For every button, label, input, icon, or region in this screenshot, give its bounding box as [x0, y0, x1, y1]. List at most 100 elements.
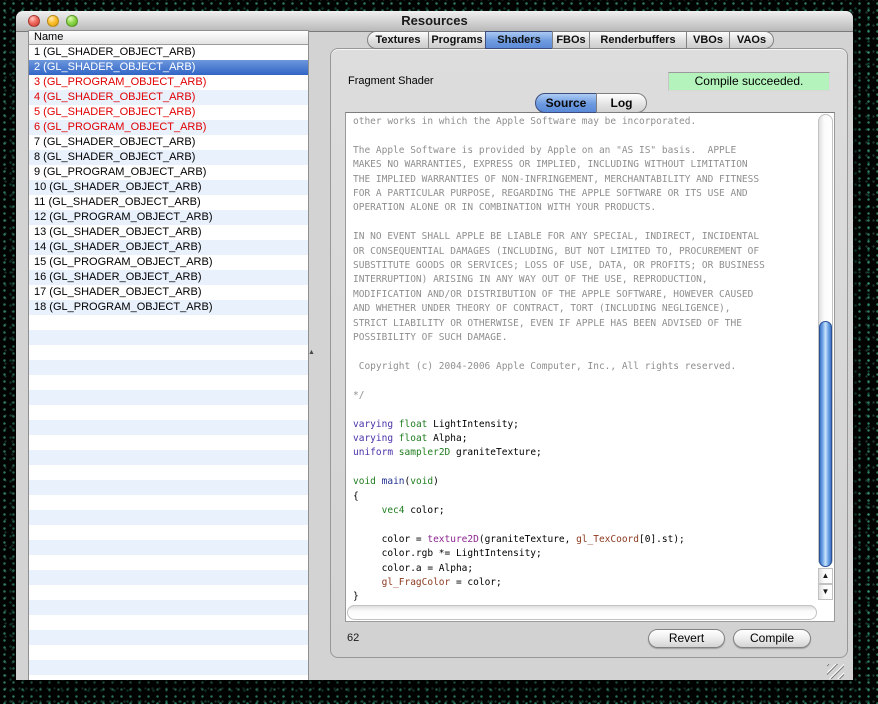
empty-row [29, 465, 308, 480]
code-line: color.rgb *= LightIntensity; [353, 547, 816, 561]
code-line: OPERATION ALONE OR IN COMBINATION WITH Y… [353, 201, 816, 215]
window-controls [28, 15, 78, 27]
list-item[interactable]: 2 (GL_SHADER_OBJECT_ARB) [29, 60, 308, 75]
compile-button[interactable]: Compile [733, 629, 811, 648]
code-line: FOR A PARTICULAR PURPOSE, REGARDING THE … [353, 187, 816, 201]
code-line: */ [353, 389, 816, 403]
scroll-down-arrow-icon[interactable]: ▼ [818, 584, 833, 600]
empty-row [29, 480, 308, 495]
empty-row [29, 360, 308, 375]
code-line: color = texture2D(graniteTexture, gl_Tex… [353, 533, 816, 547]
code-line [353, 216, 816, 230]
window-title: Resources [16, 11, 853, 31]
list-item[interactable]: 18 (GL_PROGRAM_OBJECT_ARB) [29, 300, 308, 315]
code-line [353, 403, 816, 417]
empty-row [29, 345, 308, 360]
empty-row [29, 375, 308, 390]
empty-row [29, 600, 308, 615]
empty-row [29, 420, 308, 435]
code-line [353, 461, 816, 475]
list-item[interactable]: 4 (GL_SHADER_OBJECT_ARB) [29, 90, 308, 105]
empty-row [29, 585, 308, 600]
close-icon[interactable] [28, 15, 40, 27]
minimize-icon[interactable] [47, 15, 59, 27]
list-item[interactable]: 9 (GL_PROGRAM_OBJECT_ARB) [29, 165, 308, 180]
empty-row [29, 540, 308, 555]
list-item[interactable]: 10 (GL_SHADER_OBJECT_ARB) [29, 180, 308, 195]
code-line: THE IMPLIED WARRANTIES OF NON-INFRINGEME… [353, 173, 816, 187]
code-line [353, 346, 816, 360]
list-item[interactable]: 7 (GL_SHADER_OBJECT_ARB) [29, 135, 308, 150]
code-line [353, 374, 816, 388]
code-line: other works in which the Apple Software … [353, 115, 816, 129]
code-line: varying float Alpha; [353, 432, 816, 446]
revert-button[interactable]: Revert [648, 629, 725, 648]
code-line: IN NO EVENT SHALL APPLE BE LIABLE FOR AN… [353, 230, 816, 244]
shader-type-label: Fragment Shader [348, 75, 434, 87]
code-line: gl_FragColor = color; [353, 576, 816, 590]
horizontal-scrollbar[interactable] [347, 605, 817, 620]
empty-row [29, 330, 308, 345]
resource-tabs: TexturesProgramsShadersFBOsRenderbuffers… [367, 31, 774, 49]
empty-row [29, 675, 308, 680]
code-line: vec4 color; [353, 504, 816, 518]
tab-fbos[interactable]: FBOs [552, 31, 590, 49]
list-item[interactable]: 6 (GL_PROGRAM_OBJECT_ARB) [29, 120, 308, 135]
empty-row [29, 660, 308, 675]
vertical-scrollbar-thumb[interactable] [819, 321, 832, 567]
list-item[interactable]: 8 (GL_SHADER_OBJECT_ARB) [29, 150, 308, 165]
list-item[interactable]: 12 (GL_PROGRAM_OBJECT_ARB) [29, 210, 308, 225]
resize-grip-icon[interactable] [827, 664, 844, 679]
name-column-header[interactable]: Name [29, 31, 308, 45]
code-line: } [353, 590, 816, 604]
list-item[interactable]: 13 (GL_SHADER_OBJECT_ARB) [29, 225, 308, 240]
empty-row [29, 555, 308, 570]
code-line: color.a = Alpha; [353, 562, 816, 576]
code-line: { [353, 490, 816, 504]
list-item[interactable]: 5 (GL_SHADER_OBJECT_ARB) [29, 105, 308, 120]
list-item[interactable]: 11 (GL_SHADER_OBJECT_ARB) [29, 195, 308, 210]
tab-vaos[interactable]: VAOs [729, 31, 774, 49]
code-line: void main(void) [353, 475, 816, 489]
code-line: STRICT LIABILITY OR OTHERWISE, EVEN IF A… [353, 317, 816, 331]
zoom-icon[interactable] [66, 15, 78, 27]
tab-programs[interactable]: Programs [428, 31, 486, 49]
list-item[interactable]: 3 (GL_PROGRAM_OBJECT_ARB) [29, 75, 308, 90]
subtab-log[interactable]: Log [596, 93, 647, 113]
code-line: uniform sampler2D graniteTexture; [353, 446, 816, 460]
empty-row [29, 510, 308, 525]
code-line: MODIFICATION AND/OR DISTRIBUTION OF THE … [353, 288, 816, 302]
vertical-scrollbar[interactable] [818, 114, 833, 567]
list-item[interactable]: 16 (GL_SHADER_OBJECT_ARB) [29, 270, 308, 285]
shader-source-editor[interactable]: other works in which the Apple Software … [345, 112, 835, 622]
code-line: AND WHETHER UNDER THEORY OF CONTRACT, TO… [353, 302, 816, 316]
list-item[interactable]: 17 (GL_SHADER_OBJECT_ARB) [29, 285, 308, 300]
list-item[interactable]: 1 (GL_SHADER_OBJECT_ARB) [29, 45, 308, 60]
object-list-rows: 1 (GL_SHADER_OBJECT_ARB)2 (GL_SHADER_OBJ… [29, 45, 308, 680]
empty-row [29, 435, 308, 450]
empty-row [29, 570, 308, 585]
empty-row [29, 390, 308, 405]
title-bar[interactable]: Resources [16, 11, 853, 32]
code-line: Copyright (c) 2004-2006 Apple Computer, … [353, 360, 816, 374]
tab-renderbuffers[interactable]: Renderbuffers [589, 31, 687, 49]
tab-textures[interactable]: Textures [367, 31, 429, 49]
tab-vbos[interactable]: VBOs [686, 31, 730, 49]
object-list[interactable]: Name 1 (GL_SHADER_OBJECT_ARB)2 (GL_SHADE… [28, 30, 309, 680]
code-line: POSSIBILITY OF SUCH DAMAGE. [353, 331, 816, 345]
scroll-up-arrow-icon[interactable]: ▲ [818, 568, 833, 584]
scrollbar-arrows: ▲ ▼ [818, 568, 833, 600]
subtab-source[interactable]: Source [535, 93, 597, 113]
empty-row [29, 405, 308, 420]
list-item[interactable]: 14 (GL_SHADER_OBJECT_ARB) [29, 240, 308, 255]
list-item[interactable]: 15 (GL_PROGRAM_OBJECT_ARB) [29, 255, 308, 270]
code-line: SUBSTITUTE GOODS OR SERVICES; LOSS OF US… [353, 259, 816, 273]
shader-source-text[interactable]: other works in which the Apple Software … [348, 115, 816, 604]
empty-row [29, 615, 308, 630]
scroll-up-icon[interactable]: ▲ [308, 349, 315, 356]
empty-row [29, 315, 308, 330]
resources-window: Resources Name 1 (GL_SHADER_OBJECT_ARB)2… [16, 11, 853, 680]
tab-shaders[interactable]: Shaders [485, 31, 553, 49]
code-line [353, 129, 816, 143]
empty-row [29, 450, 308, 465]
